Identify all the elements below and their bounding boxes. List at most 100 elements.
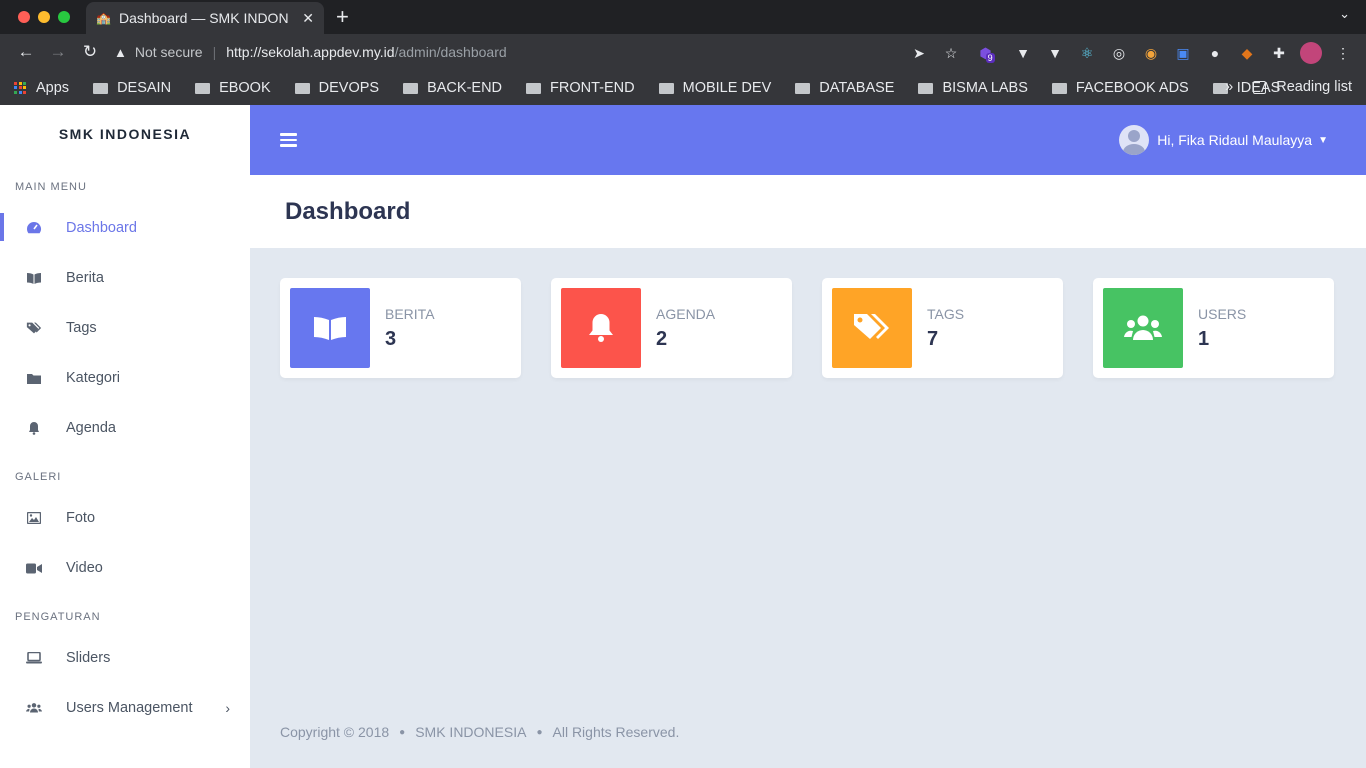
menu-heading-pengaturan: PENGATURAN — [15, 611, 101, 623]
stat-value: 7 — [927, 327, 939, 350]
bookmark-label: DEVOPS — [318, 79, 380, 96]
sidebar-item-label: Tags — [66, 320, 97, 336]
sidebar-item-label: Sliders — [66, 650, 111, 666]
folder-icon — [195, 83, 211, 94]
close-window-button[interactable] — [18, 11, 30, 23]
extension-badge-icon[interactable]: ⬢ 9 — [972, 42, 1002, 64]
sidebar-item-video[interactable]: Video — [0, 543, 250, 593]
vue-devtools-icon[interactable]: ▼ — [1012, 42, 1034, 64]
metamask-icon[interactable]: ◆ — [1236, 42, 1258, 64]
tachometer-icon — [26, 220, 42, 236]
reload-button[interactable]: ↻ — [74, 42, 106, 62]
puzzle-extensions-icon[interactable]: ✚ — [1268, 42, 1290, 64]
browser-tab[interactable]: 🏫 Dashboard — SMK INDON ✕ — [86, 2, 324, 34]
sidebar-item-sliders[interactable]: Sliders — [0, 633, 250, 683]
main-content: Hi, Fika Ridaul Maulayya ▼ Dashboard BER… — [250, 105, 1366, 768]
bookmark-folder[interactable]: EBOOK — [195, 80, 271, 96]
apps-grid-icon — [14, 81, 26, 94]
hamburger-menu-icon[interactable] — [280, 133, 297, 147]
chevron-right-icon: › — [225, 700, 230, 716]
sidebar-item-label: Berita — [66, 270, 104, 286]
bookmark-folder[interactable]: FRONT-END — [526, 80, 635, 96]
bookmark-label: BISMA LABS — [942, 79, 1028, 96]
laptop-icon — [26, 650, 42, 666]
profile-avatar[interactable] — [1300, 42, 1322, 64]
bookmark-folder[interactable]: DATABASE — [795, 80, 894, 96]
stat-label: BERITA — [385, 305, 435, 322]
bookmark-label: BACK-END — [427, 79, 503, 96]
back-button[interactable]: ← — [10, 42, 42, 62]
bookmark-label: DESAIN — [117, 79, 172, 96]
page-header: Dashboard — [250, 175, 1366, 248]
sidebar-item-kategori[interactable]: Kategori — [0, 353, 250, 403]
security-label: Not secure — [134, 44, 203, 60]
color-picker-icon[interactable]: ◉ — [1140, 42, 1162, 64]
tab-search-chevron-icon[interactable]: ⌄ — [1339, 6, 1350, 22]
sidebar-brand[interactable]: SMK INDONESIA — [0, 105, 250, 163]
sidebar-item-dashboard[interactable]: Dashboard — [0, 203, 250, 253]
bookmark-folder[interactable]: BACK-END — [403, 80, 502, 96]
tab-strip: 🏫 Dashboard — SMK INDON ✕ + ⌄ — [0, 0, 1366, 34]
sidebar-item-label: Dashboard — [66, 220, 137, 236]
stat-card-agenda: AGENDA 2 — [551, 278, 792, 378]
footer-bullet: ● — [536, 726, 543, 738]
browser-chrome: 🏫 Dashboard — SMK INDON ✕ + ⌄ ← → ↻ ▲ No… — [0, 0, 1366, 105]
stat-label: TAGS — [927, 305, 965, 322]
url-host: http://sekolah.appdev.my.id — [226, 44, 395, 60]
sidebar-item-tags[interactable]: Tags — [0, 303, 250, 353]
book-open-icon — [26, 270, 42, 286]
maximize-window-button[interactable] — [58, 11, 70, 23]
kebab-menu-icon[interactable]: ⋮ — [1332, 42, 1354, 64]
reading-list-button[interactable]: Reading list — [1276, 79, 1352, 95]
new-tab-button[interactable]: + — [336, 4, 349, 30]
user-greeting: Hi, Fika Ridaul Maulayya — [1157, 132, 1313, 148]
sidebar-item-berita[interactable]: Berita — [0, 253, 250, 303]
forward-button[interactable]: → — [42, 42, 74, 62]
sidebar-item-label: Agenda — [66, 420, 116, 436]
folder-icon — [795, 83, 811, 94]
vue-devtools-alt-icon[interactable]: ▼ — [1044, 42, 1066, 64]
target-icon[interactable]: ◎ — [1108, 42, 1130, 64]
sidebar-item-users-management[interactable]: Users Management › — [0, 683, 250, 733]
sidebar-item-foto[interactable]: Foto — [0, 493, 250, 543]
bookmark-folder[interactable]: BISMA LABS — [918, 79, 1028, 96]
folder-icon — [918, 83, 934, 94]
tags-icon — [832, 288, 912, 368]
stat-card-body: TAGS 7 — [927, 306, 964, 351]
bookmark-apps[interactable]: Apps — [14, 80, 69, 96]
bookmarks-bar: Apps DESAIN EBOOK DEVOPS BACK-END FRONT-… — [0, 70, 1366, 105]
top-navbar: Hi, Fika Ridaul Maulayya ▼ — [250, 105, 1366, 175]
bookmark-folder[interactable]: FACEBOOK ADS — [1051, 79, 1189, 96]
footer-brand-link[interactable]: SMK INDONESIA — [415, 724, 526, 740]
more-bookmarks-button[interactable]: » — [1225, 79, 1233, 95]
user-dropdown[interactable]: Hi, Fika Ridaul Maulayya ▼ — [1119, 125, 1328, 155]
folder-icon — [93, 83, 109, 94]
bookmark-folder[interactable]: DESAIN — [93, 80, 171, 96]
folder-icon — [26, 370, 42, 386]
stat-value: 3 — [385, 327, 397, 350]
bookmark-label: Apps — [36, 79, 70, 96]
users-icon — [1103, 288, 1183, 368]
stat-card-body: AGENDA 2 — [656, 306, 715, 351]
minimize-window-button[interactable] — [38, 11, 50, 23]
send-icon[interactable]: ➤ — [908, 42, 930, 64]
address-bar[interactable]: ▲ Not secure | http://sekolah.appdev.my.… — [114, 44, 507, 60]
tags-icon — [26, 320, 42, 336]
folder-icon — [294, 83, 310, 94]
sidebar: SMK INDONESIA MAIN MENU Dashboard Berita… — [0, 105, 250, 768]
react-devtools-icon[interactable]: ⚛ — [1076, 42, 1098, 64]
image-icon — [26, 510, 42, 526]
close-tab-icon[interactable]: ✕ — [302, 10, 314, 27]
translate-icon[interactable]: ▣ — [1172, 42, 1194, 64]
stat-card-body: BERITA 3 — [385, 306, 435, 351]
sidebar-item-agenda[interactable]: Agenda — [0, 403, 250, 453]
bookmark-label: FRONT-END — [550, 79, 635, 96]
bookmark-folder[interactable]: DEVOPS — [294, 79, 380, 96]
github-icon[interactable]: ● — [1204, 42, 1226, 64]
bookmark-label: FACEBOOK ADS — [1075, 79, 1189, 96]
menu-heading-main: MAIN MENU — [15, 181, 87, 193]
bookmark-folder[interactable]: MOBILE DEV — [658, 80, 771, 96]
book-open-icon — [290, 288, 370, 368]
star-bookmark-icon[interactable]: ☆ — [940, 42, 962, 64]
page-title: Dashboard — [285, 197, 411, 225]
